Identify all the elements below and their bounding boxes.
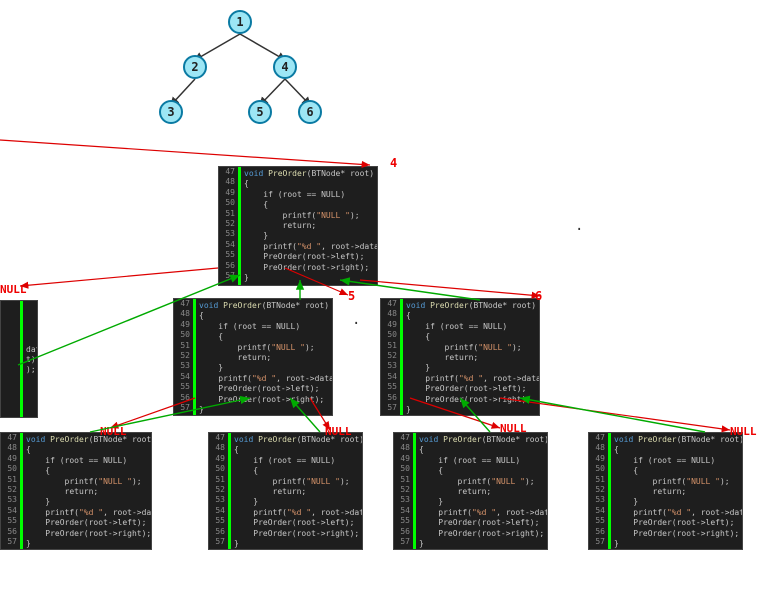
code-block-b4: 47 48 49 50 51 52 53 54 55 56 57 void Pr… bbox=[0, 432, 152, 550]
null-label: NULL bbox=[500, 422, 527, 435]
return-arrow bbox=[520, 398, 705, 432]
recursion-index-label: 4 bbox=[390, 156, 397, 170]
call-arrow bbox=[0, 140, 370, 165]
code-block-b7: 47 48 49 50 51 52 53 54 55 56 57 void Pr… bbox=[588, 432, 743, 550]
code-block-b5: 47 48 49 50 51 52 53 54 55 56 57 void Pr… bbox=[208, 432, 363, 550]
tree-node-4: 4 bbox=[273, 55, 297, 79]
tree-node-6: 6 bbox=[298, 100, 322, 124]
binary-tree-diagram: 1 2 4 3 5 6 bbox=[135, 10, 345, 140]
null-label: NULL bbox=[100, 425, 127, 438]
code-block-b3: 47 48 49 50 51 52 53 54 55 56 57 void Pr… bbox=[380, 298, 540, 416]
code-block-b6: 47 48 49 50 51 52 53 54 55 56 57 void Pr… bbox=[393, 432, 548, 550]
tree-node-1: 1 bbox=[228, 10, 252, 34]
tree-node-5: 5 bbox=[248, 100, 272, 124]
code-block-b1: 47 48 49 50 51 52 53 54 55 56 57 void Pr… bbox=[218, 166, 378, 286]
null-label: NULL bbox=[325, 425, 352, 438]
call-arrow bbox=[360, 280, 540, 296]
recursion-index-label: 5 bbox=[348, 289, 355, 303]
call-arrow bbox=[20, 268, 218, 286]
null-label: NULL bbox=[0, 283, 27, 296]
code-block-b2: 47 48 49 50 51 52 53 54 55 56 57 void Pr… bbox=[173, 298, 333, 416]
recursion-index-label: 6 bbox=[535, 289, 542, 303]
decorative-dot: . bbox=[575, 218, 583, 234]
tree-node-3: 3 bbox=[159, 100, 183, 124]
decorative-dot: . bbox=[352, 312, 360, 328]
null-label: NULL bbox=[730, 425, 757, 438]
tree-node-2: 2 bbox=[183, 55, 207, 79]
code-block-b8: data); t); ); bbox=[0, 300, 38, 418]
